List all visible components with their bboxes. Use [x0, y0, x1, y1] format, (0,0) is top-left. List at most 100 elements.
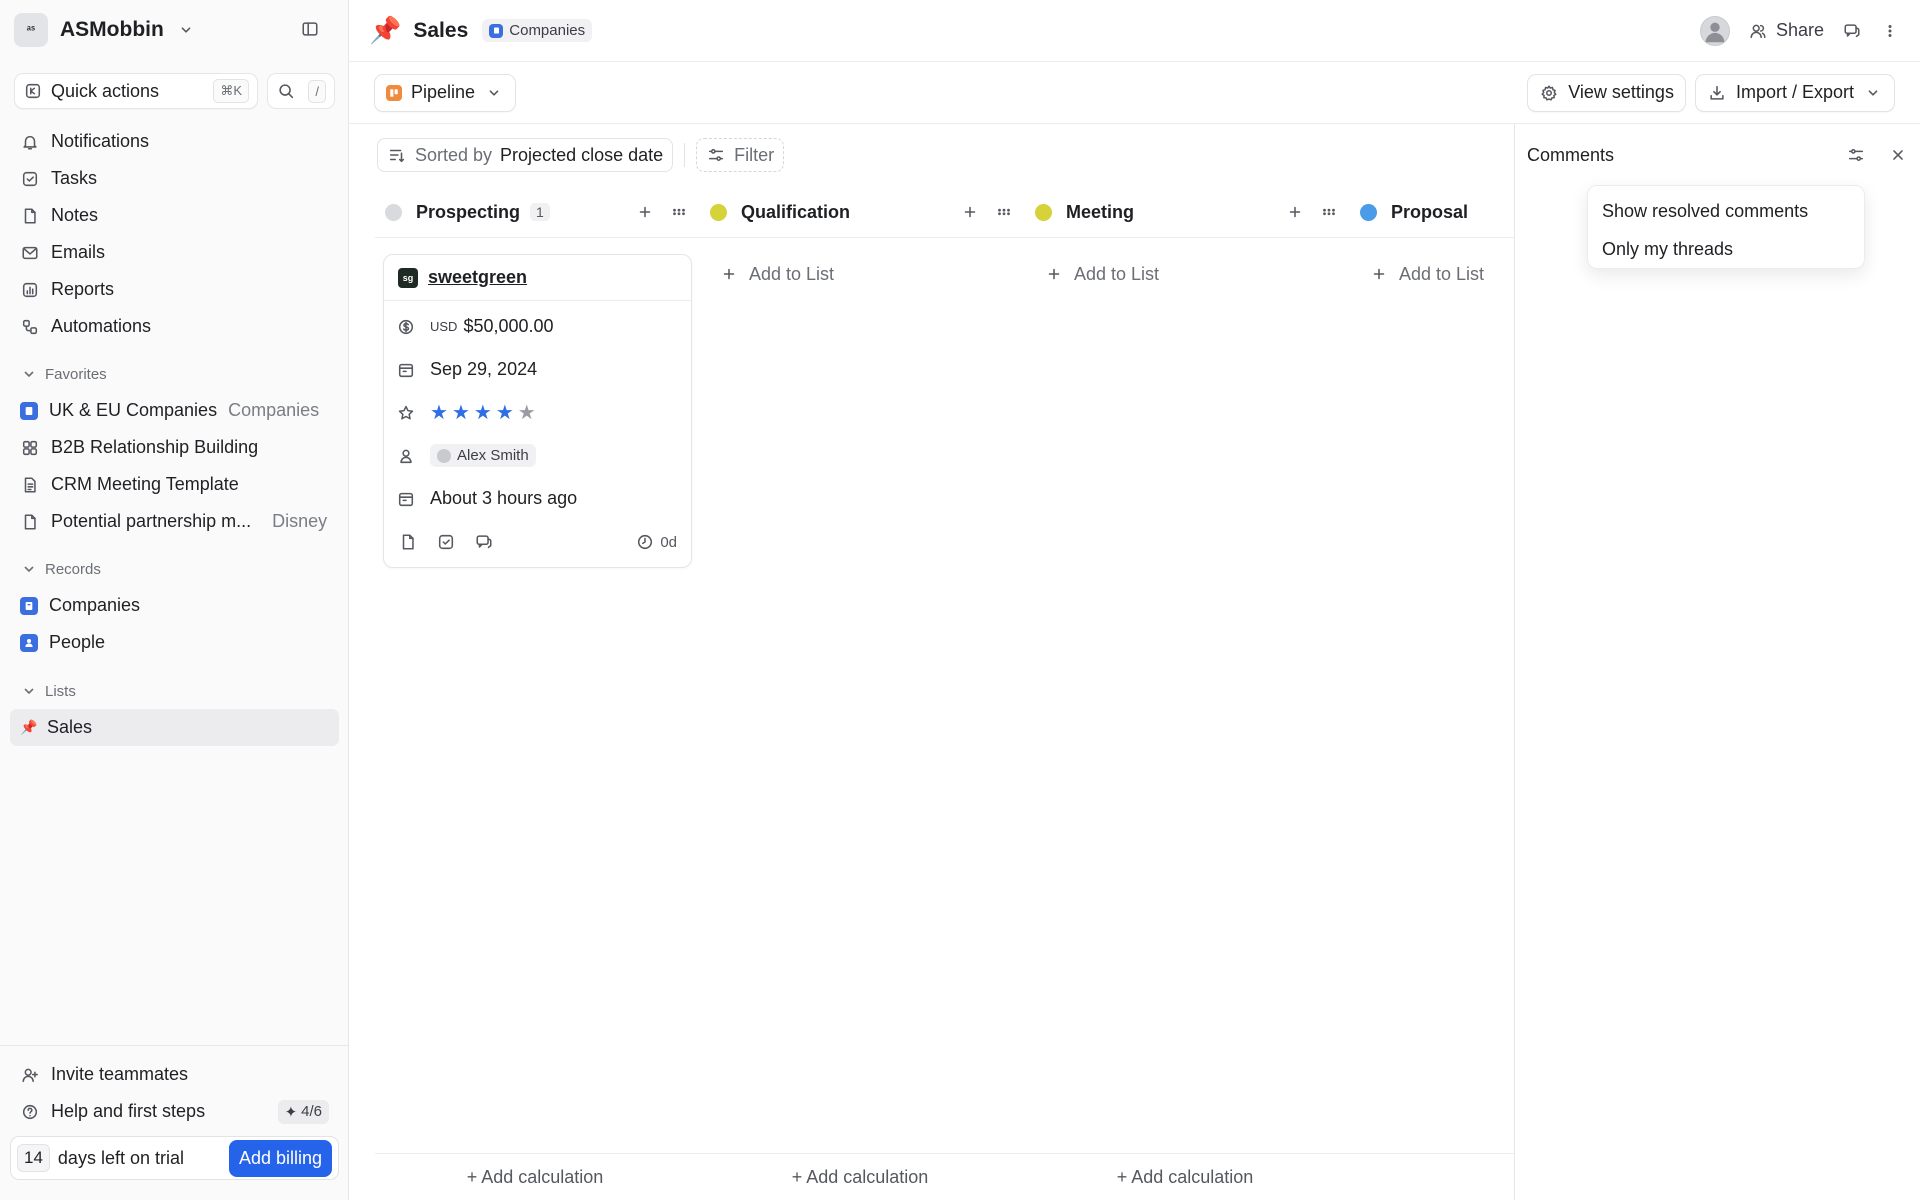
file-icon[interactable]	[398, 532, 418, 552]
share-button[interactable]: Share	[1748, 20, 1824, 41]
chat-icon[interactable]	[1842, 21, 1862, 41]
column-qualification[interactable]: Qualification	[700, 186, 1018, 238]
favorite-secondary: Companies	[228, 400, 320, 420]
lists-heading-label: Lists	[45, 682, 76, 700]
favorite-potential-partnership[interactable]: Potential partnership m... Disney	[10, 503, 339, 540]
owner-chip[interactable]: Alex Smith	[430, 444, 536, 467]
add-billing-button[interactable]: Add billing	[228, 1139, 332, 1177]
chat-icon[interactable]	[474, 532, 494, 552]
plus-icon[interactable]	[1285, 202, 1305, 222]
nav-tasks[interactable]: Tasks	[10, 160, 339, 197]
filter-label: Filter	[734, 144, 775, 165]
star-empty-icon[interactable]: ★	[518, 403, 536, 423]
workspace-switcher[interactable]: ᵃˢ ASMobbin	[14, 13, 196, 47]
bell-icon	[20, 132, 40, 152]
star-filled-icon[interactable]: ★	[452, 403, 470, 423]
import-export-button[interactable]: Import / Export	[1694, 73, 1895, 112]
favorite-label: Potential partnership m...	[51, 511, 252, 531]
user-plus-icon	[20, 1065, 40, 1085]
view-settings-button[interactable]: View settings	[1527, 73, 1686, 112]
favorite-crm-meeting-template[interactable]: CRM Meeting Template	[10, 466, 339, 503]
record-companies[interactable]: Companies	[10, 587, 339, 624]
more-vertical-icon[interactable]	[1880, 21, 1900, 41]
add-to-list-meeting[interactable]: Add to List	[1044, 254, 1159, 294]
plus-icon	[1044, 264, 1064, 284]
nav-automations[interactable]: Automations	[10, 308, 339, 345]
plus-icon[interactable]	[635, 202, 655, 222]
favorites-heading-label: Favorites	[45, 365, 107, 383]
nav-notifications[interactable]: Notifications	[10, 123, 339, 160]
sliders-icon	[706, 145, 726, 165]
column-meeting[interactable]: Meeting	[1025, 186, 1343, 238]
person-icon	[20, 633, 38, 652]
calendar-icon	[396, 360, 416, 380]
nav-label: Notifications	[51, 131, 150, 151]
sidebar-toggle-icon[interactable]	[300, 19, 320, 39]
column-proposal[interactable]: Proposal	[1350, 186, 1514, 238]
add-calculation-meeting[interactable]: + Add calculation	[1025, 1154, 1345, 1200]
chevron-down-icon	[24, 688, 34, 695]
chevron-down-icon	[176, 20, 196, 40]
add-to-list-qualification[interactable]: Add to List	[719, 254, 834, 294]
add-to-list-proposal[interactable]: Add to List	[1369, 254, 1484, 294]
column-count: 1	[530, 203, 550, 221]
view-selector[interactable]: Pipeline	[374, 73, 517, 112]
add-calculation-prospecting[interactable]: + Add calculation	[375, 1154, 695, 1200]
status-dot	[1360, 203, 1377, 221]
list-label: Sales	[47, 717, 93, 737]
list-sales[interactable]: 📌 Sales	[10, 709, 339, 746]
sliders-icon[interactable]	[1846, 145, 1866, 165]
download-icon	[1707, 83, 1727, 103]
lists-heading[interactable]: Lists	[10, 673, 339, 709]
avatar[interactable]	[1699, 15, 1730, 46]
calendar-icon	[396, 489, 416, 509]
status-dot	[710, 203, 727, 221]
card-title-link[interactable]: sweetgreen	[428, 267, 527, 288]
document-icon	[20, 475, 40, 495]
card-age: 0d	[635, 532, 677, 552]
star-filled-icon[interactable]: ★	[496, 403, 514, 423]
rating-stars[interactable]: ★ ★ ★ ★ ★	[430, 403, 536, 423]
favorite-uk-eu-companies[interactable]: UK & EU Companies Companies	[10, 392, 339, 429]
quick-actions-button[interactable]: Quick actions ⌘K	[14, 73, 258, 109]
quick-actions-label: Quick actions	[51, 80, 160, 101]
nav-notes[interactable]: Notes	[10, 197, 339, 234]
owner-name: Alex Smith	[457, 447, 529, 464]
help-first-steps[interactable]: Help and first steps ✦ 4/6	[10, 1093, 339, 1130]
sort-button[interactable]: Sorted by Projected close date	[377, 138, 674, 172]
deal-card[interactable]: sg sweetgreen USD $50,000.00 Sep 29, 202…	[383, 254, 692, 568]
close-icon[interactable]	[1888, 145, 1908, 165]
check-square-icon	[20, 169, 40, 189]
filter-button[interactable]: Filter	[696, 138, 785, 172]
star-filled-icon[interactable]: ★	[474, 403, 492, 423]
menu-item-show-resolved[interactable]: Show resolved comments	[1588, 192, 1864, 230]
column-name: Proposal	[1391, 201, 1469, 222]
object-chip[interactable]: Companies	[482, 19, 593, 42]
record-people[interactable]: People	[10, 624, 339, 661]
records-heading[interactable]: Records	[10, 551, 339, 587]
drag-handle-icon[interactable]	[669, 202, 689, 222]
menu-item-only-my-threads[interactable]: Only my threads	[1588, 230, 1864, 268]
column-prospecting[interactable]: Prospecting 1	[375, 186, 693, 238]
star-filled-icon[interactable]: ★	[430, 403, 448, 423]
view-settings-label: View settings	[1568, 82, 1674, 102]
help-label: Help and first steps	[51, 1101, 206, 1121]
plus-icon[interactable]	[960, 202, 980, 222]
drag-handle-icon[interactable]	[1319, 202, 1339, 222]
favorite-b2b-relationship[interactable]: B2B Relationship Building	[10, 429, 339, 466]
drag-handle-icon[interactable]	[994, 202, 1014, 222]
sort-filter-bar: Sorted by Projected close date Filter	[377, 138, 785, 172]
gear-icon	[1539, 83, 1559, 103]
record-label: People	[49, 632, 106, 652]
add-calculation-qualification[interactable]: + Add calculation	[700, 1154, 1020, 1200]
search-button[interactable]: /	[267, 73, 335, 109]
favorites-heading[interactable]: Favorites	[10, 356, 339, 392]
share-label: Share	[1775, 20, 1824, 40]
company-logo: sg	[398, 267, 418, 288]
invite-teammates[interactable]: Invite teammates	[10, 1056, 339, 1093]
nav-emails[interactable]: Emails	[10, 234, 339, 271]
check-square-icon[interactable]	[436, 532, 456, 552]
column-name: Prospecting	[416, 201, 521, 222]
chevron-down-icon	[24, 566, 34, 573]
nav-reports[interactable]: Reports	[10, 271, 339, 308]
